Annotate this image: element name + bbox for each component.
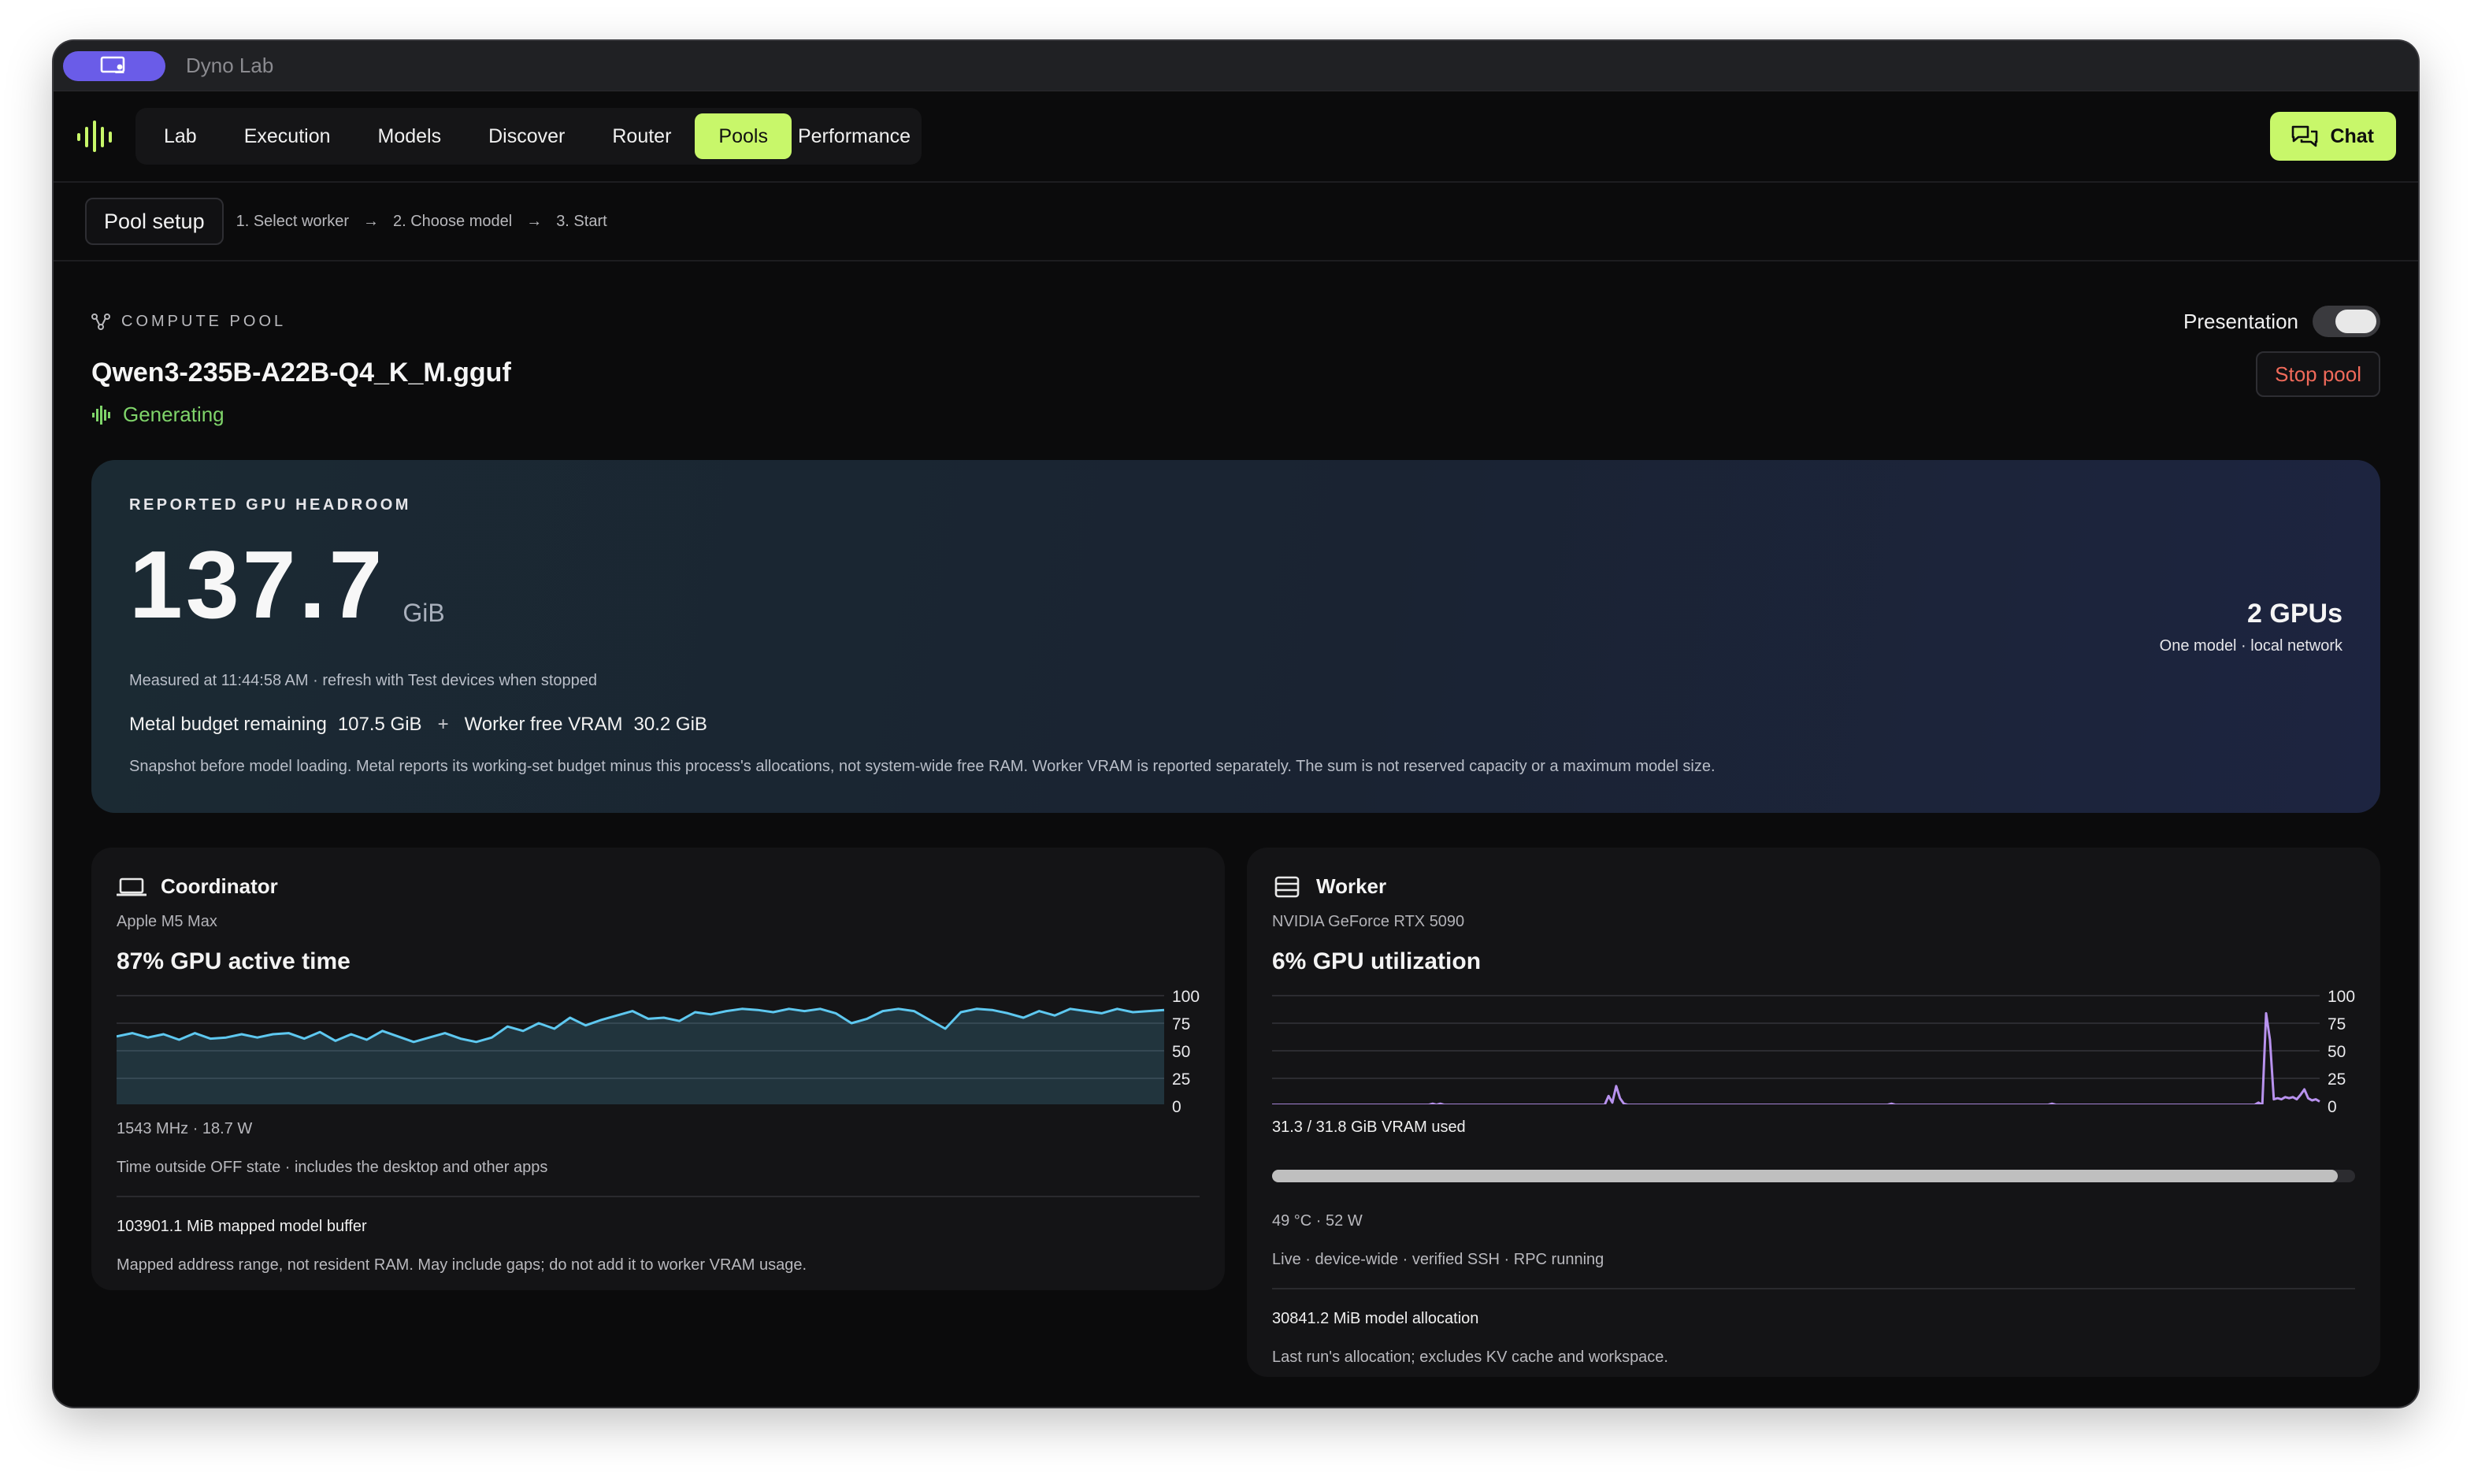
worker-vram-label: Worker free VRAM: [464, 714, 623, 735]
setup-steps: 1. Select worker → 2. Choose model → 3. …: [236, 213, 607, 231]
coordinator-card: Coordinator Apple M5 Max 87% GPU active …: [91, 848, 1225, 1290]
worker-allocation: 30841.2 MiB model allocation: [1272, 1310, 1479, 1327]
coordinator-buffer: 103901.1 MiB mapped model buffer: [117, 1218, 367, 1235]
window-title: Dyno Lab: [186, 54, 274, 77]
worker-gpu-chart: [1272, 995, 2320, 1104]
compute-pool-header: COMPUTE POOL Presentation: [91, 306, 2380, 337]
series-line: [1272, 1011, 2320, 1104]
tab-router[interactable]: Router: [588, 113, 695, 159]
gpu-count: 2 GPUs: [2247, 599, 2342, 629]
step-start: 3. Start: [556, 212, 607, 230]
server-icon: [1274, 876, 1300, 897]
waveform-logo-icon: [77, 121, 112, 152]
measured-timestamp: Measured at 11:44:58 AM · refresh with T…: [129, 672, 598, 689]
worker-chart: 100 75 50 25 0: [1272, 986, 2356, 1116]
worker-vram-value: 30.2 GiB: [633, 714, 707, 735]
top-nav: Lab Execution Models Discover Router Poo…: [54, 91, 2418, 183]
vram-progress-fill: [1272, 1170, 2338, 1182]
budget-breakdown: Metal budget remaining 107.5 GiB + Worke…: [129, 714, 2342, 736]
y-tick: 0: [2328, 1098, 2337, 1116]
worker-card: Worker NVIDIA GeForce RTX 5090 6% GPU ut…: [1247, 848, 2380, 1377]
plus-sign: +: [437, 714, 449, 735]
tab-discover[interactable]: Discover: [465, 113, 588, 159]
titlebar: Dyno Lab: [54, 41, 2418, 91]
metal-budget-label: Metal budget remaining: [129, 714, 327, 735]
tab-pools[interactable]: Pools: [695, 113, 792, 159]
section-label: COMPUTE POOL: [121, 312, 287, 330]
headroom-note: Snapshot before model loading. Metal rep…: [129, 758, 1716, 775]
gpu-count-subtitle: One model · local network: [2159, 637, 2342, 655]
tab-models[interactable]: Models: [354, 113, 466, 159]
divider: [1272, 1288, 2355, 1289]
y-tick: 100: [2328, 988, 2356, 1006]
y-tick: 100: [1172, 988, 1200, 1006]
worker-header: Worker: [1272, 874, 2355, 899]
step-select-worker: 1. Select worker: [236, 212, 349, 230]
network-nodes-icon: [91, 313, 110, 330]
arrow-right-icon: →: [362, 212, 379, 230]
app-window: Dyno Lab Lab Execution Models Discover R…: [54, 41, 2418, 1407]
status-indicator: Generating: [91, 403, 511, 427]
worker-allocation-note: Last run's allocation; excludes KV cache…: [1272, 1349, 1668, 1366]
main-content: COMPUTE POOL Presentation Qwen3-235B-A22…: [54, 306, 2418, 1377]
chat-bubbles-icon: [2292, 125, 2318, 147]
screen-user-icon: [100, 56, 125, 73]
coordinator-state-note: Time outside OFF state · includes the de…: [117, 1159, 548, 1176]
headroom-value: 137.7: [129, 531, 386, 638]
presentation-toggle[interactable]: [2313, 306, 2380, 337]
vram-progress-bar: [1272, 1170, 2355, 1182]
gpu-count-block: 2 GPUs One model · local network: [2160, 599, 2342, 655]
presentation-control: Presentation: [2183, 306, 2380, 337]
device-cards: Coordinator Apple M5 Max 87% GPU active …: [91, 848, 2380, 1377]
coordinator-freq-power: 1543 MHz · 18.7 W: [117, 1120, 253, 1137]
worker-title: Worker: [1316, 874, 1387, 898]
chat-button[interactable]: Chat: [2270, 112, 2396, 161]
arrow-right-icon: →: [526, 212, 543, 230]
y-tick: 50: [2328, 1043, 2346, 1061]
model-name: Qwen3-235B-A22B-Q4_K_M.gguf: [91, 358, 511, 388]
worker-temp-power: 49 °C · 52 W: [1272, 1212, 1363, 1230]
y-tick: 50: [1172, 1043, 1191, 1061]
y-tick: 75: [1172, 1015, 1191, 1033]
coordinator-gpu-chart: [117, 995, 1165, 1104]
coordinator-metric: 87% GPU active time: [117, 948, 351, 974]
presentation-label: Presentation: [2183, 309, 2298, 333]
stop-pool-button[interactable]: Stop pool: [2256, 351, 2380, 397]
worker-vram-used: 31.3 / 31.8 GiB VRAM used: [1272, 1119, 1466, 1136]
setup-bar: Pool setup 1. Select worker → 2. Choose …: [54, 183, 2418, 262]
headroom-unit: GiB: [402, 599, 445, 627]
divider: [117, 1196, 1200, 1197]
chat-button-label: Chat: [2330, 124, 2374, 147]
metal-budget-value: 107.5 GiB: [337, 714, 422, 735]
tab-lab[interactable]: Lab: [140, 113, 221, 159]
y-tick: 0: [1172, 1098, 1181, 1116]
laptop-icon: [117, 877, 147, 896]
nav-tabs: Lab Execution Models Discover Router Poo…: [135, 108, 922, 165]
app-switcher[interactable]: [63, 50, 165, 81]
status-text: Generating: [123, 403, 224, 426]
tab-performance[interactable]: Performance: [792, 113, 917, 159]
waveform-icon: [92, 405, 110, 425]
worker-metric: 6% GPU utilization: [1272, 948, 1482, 974]
coordinator-header: Coordinator: [117, 874, 1200, 899]
coordinator-title: Coordinator: [161, 874, 278, 898]
tab-execution[interactable]: Execution: [221, 113, 354, 159]
worker-device: NVIDIA GeForce RTX 5090: [1272, 913, 1465, 930]
headroom-label: REPORTED GPU HEADROOM: [129, 496, 411, 514]
model-row: Qwen3-235B-A22B-Q4_K_M.gguf Generating S…: [91, 351, 2380, 427]
headroom-value-row: 137.7 GiB: [129, 536, 2342, 633]
pool-setup-button[interactable]: Pool setup: [85, 198, 224, 245]
y-tick: 25: [2328, 1070, 2346, 1089]
y-tick: 75: [2328, 1015, 2346, 1033]
worker-status-line: Live · device-wide · verified SSH · RPC …: [1272, 1251, 1604, 1268]
coordinator-device: Apple M5 Max: [117, 913, 217, 930]
gpu-headroom-panel: REPORTED GPU HEADROOM 137.7 GiB 2 GPUs O…: [91, 460, 2380, 813]
step-choose-model: 2. Choose model: [392, 212, 513, 230]
y-tick: 25: [1172, 1070, 1191, 1089]
coordinator-chart: 100 75 50 25 0: [117, 986, 1200, 1116]
coordinator-buffer-note: Mapped address range, not resident RAM. …: [117, 1256, 807, 1274]
